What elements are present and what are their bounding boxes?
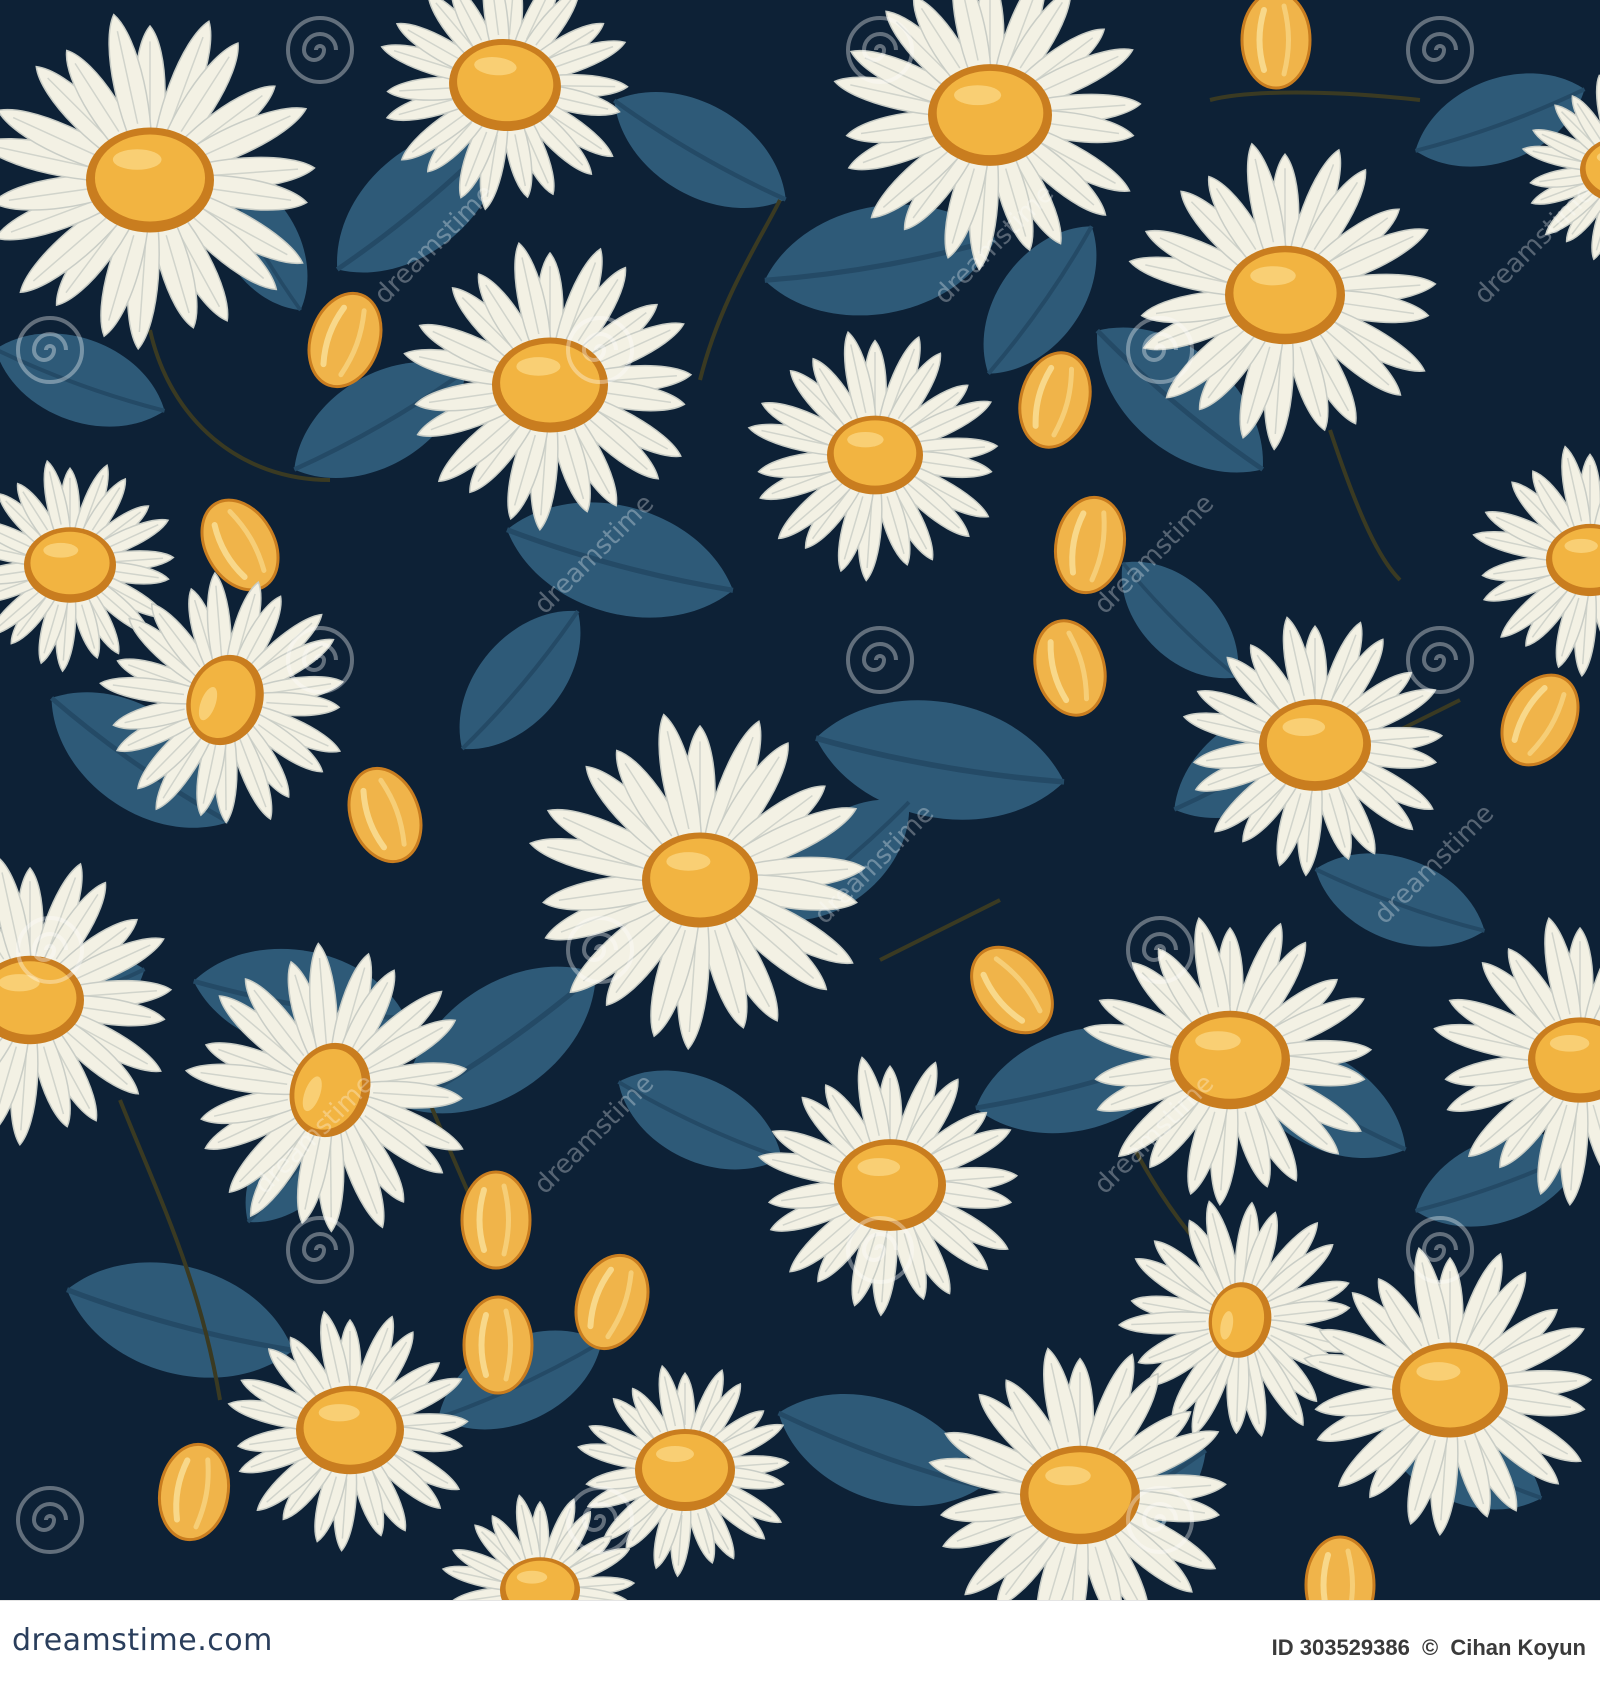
pattern-canvas	[0, 0, 1600, 1600]
image-id: ID 303529386	[1271, 1635, 1410, 1660]
bud	[460, 1170, 532, 1270]
copyright-symbol: ©	[1421, 1635, 1439, 1660]
bud	[1240, 0, 1312, 90]
footer-bar: dreamstime.com ID 303529386 © Cihan Koyu…	[0, 1600, 1600, 1690]
bud	[462, 1295, 534, 1395]
author-name: Cihan Koyun	[1450, 1635, 1586, 1660]
footer-credit: ID 303529386 © Cihan Koyun	[1266, 1635, 1586, 1661]
footer-brand-logo: dreamstime.com	[12, 1623, 273, 1658]
daisy-pattern-artwork	[0, 0, 1600, 1600]
